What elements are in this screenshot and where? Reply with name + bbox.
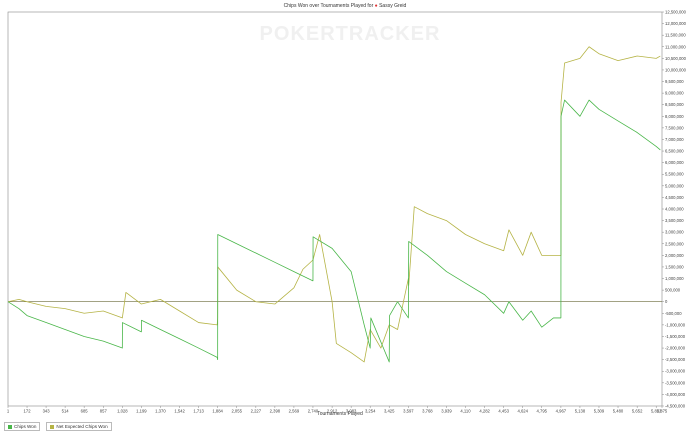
x-tick-label: 172: [24, 409, 32, 414]
y-tick-label: 0: [665, 299, 668, 304]
y-tick-label: 6,500,000: [665, 149, 684, 154]
y-tick-label: 1,500,000: [665, 264, 684, 269]
legend-swatch: [50, 424, 55, 429]
y-tick-label: 5,000,000: [665, 183, 684, 188]
x-tick-label: 5,875: [657, 409, 668, 414]
y-tick-label: 2,000,000: [665, 253, 684, 258]
x-tick-label: 1,884: [212, 409, 223, 414]
x-tick-label: 2,055: [231, 409, 242, 414]
x-tick-label: 1,370: [155, 409, 166, 414]
x-tick-label: 3,768: [422, 409, 433, 414]
y-tick-label: 11,500,000: [665, 33, 686, 38]
y-axis: 12,500,000 12,000,000 11,500,000 11,000,000…: [662, 10, 687, 409]
x-tick-label: 5,480: [613, 409, 624, 414]
x-tick-label: 3,597: [403, 409, 414, 414]
x-tick-label: 3,254: [365, 409, 376, 414]
x-tick-label: 343: [43, 409, 51, 414]
x-tick-label: 3,939: [441, 409, 452, 414]
watermark: POKERTRACKER: [260, 23, 441, 45]
x-tick-label: 1,028: [117, 409, 128, 414]
y-tick-label: 12,500,000: [665, 10, 687, 15]
legend: Chips Won Net Expected Chips Won: [4, 422, 112, 431]
x-axis-title: Tournaments Played: [317, 411, 363, 417]
chips-won-chart: POKERTRACKER Chips Won over Tournaments …: [7, 3, 687, 417]
y-tick-label: 7,000,000: [665, 137, 684, 142]
x-tick-label: 1,542: [174, 409, 185, 414]
legend-item-net-expected[interactable]: Net Expected Chips Won: [46, 422, 112, 431]
y-tick-label: 4,500,000: [665, 195, 684, 200]
legend-swatch: [8, 424, 12, 429]
x-tick-label: 1: [7, 409, 10, 414]
x-tick-label: 5,652: [632, 409, 643, 414]
y-tick-label: -3,000,000: [665, 369, 686, 374]
y-tick-label: 7,500,000: [665, 125, 684, 130]
series-line-net-expected-chips-won: [7, 46, 661, 363]
x-tick-label: 514: [62, 409, 70, 414]
legend-label: Net Expected Chips Won: [56, 424, 108, 429]
y-tick-label: 1,000,000: [665, 276, 684, 281]
x-tick-label: 2,227: [251, 409, 262, 414]
x-tick-label: 1,713: [193, 409, 204, 414]
y-tick-label: 2,500,000: [665, 241, 684, 246]
y-tick-label: -3,500,000: [665, 380, 686, 385]
y-tick-label: 3,000,000: [665, 230, 684, 235]
y-tick-label: 8,500,000: [665, 102, 684, 107]
x-tick-label: 4,110: [460, 409, 471, 414]
y-tick-label: 9,500,000: [665, 79, 684, 84]
y-tick-label: 6,000,000: [665, 160, 684, 165]
y-tick-label: 9,000,000: [665, 91, 684, 96]
x-tick-label: 1,199: [136, 409, 147, 414]
y-tick-label: 12,000,000: [665, 21, 687, 26]
x-tick-label: 5,138: [575, 409, 586, 414]
x-tick-label: 4,282: [479, 409, 490, 414]
x-tick-label: 2,398: [270, 409, 281, 414]
y-tick-label: 10,500,000: [665, 56, 687, 61]
y-tick-label: -2,500,000: [665, 357, 686, 362]
y-tick-label: -500,000: [665, 311, 682, 316]
y-tick-label: -4,500,000: [665, 404, 686, 409]
y-tick-label: 4,000,000: [665, 207, 684, 212]
y-tick-label: 3,500,000: [665, 218, 684, 223]
x-tick-label: 4,453: [498, 409, 509, 414]
x-tick-label: 4,967: [556, 409, 567, 414]
y-tick-label: 11,000,000: [665, 44, 686, 49]
y-tick-label: 10,000,000: [665, 67, 687, 72]
x-tick-label: 857: [100, 409, 108, 414]
y-tick-label: -4,000,000: [665, 392, 686, 397]
legend-item-chips-won[interactable]: Chips Won: [4, 422, 41, 431]
y-tick-label: -1,500,000: [665, 334, 686, 339]
legend-label: Chips Won: [14, 424, 37, 429]
x-tick-label: 685: [81, 409, 89, 414]
y-tick-label: 500,000: [665, 288, 681, 293]
x-tick-label: 4,795: [537, 409, 548, 414]
x-tick-label: 3,425: [384, 409, 395, 414]
y-tick-label: -1,000,000: [665, 322, 686, 327]
chart-title: Chips Won over Tournaments Played for ● …: [284, 3, 407, 9]
x-tick-label: 2,569: [289, 409, 300, 414]
series-lines: [7, 46, 661, 363]
x-tick-label: 4,624: [517, 409, 528, 414]
y-tick-label: 8,000,000: [665, 114, 684, 119]
y-tick-label: -2,000,000: [665, 346, 686, 351]
y-tick-label: 5,500,000: [665, 172, 684, 177]
x-tick-label: 5,309: [594, 409, 605, 414]
